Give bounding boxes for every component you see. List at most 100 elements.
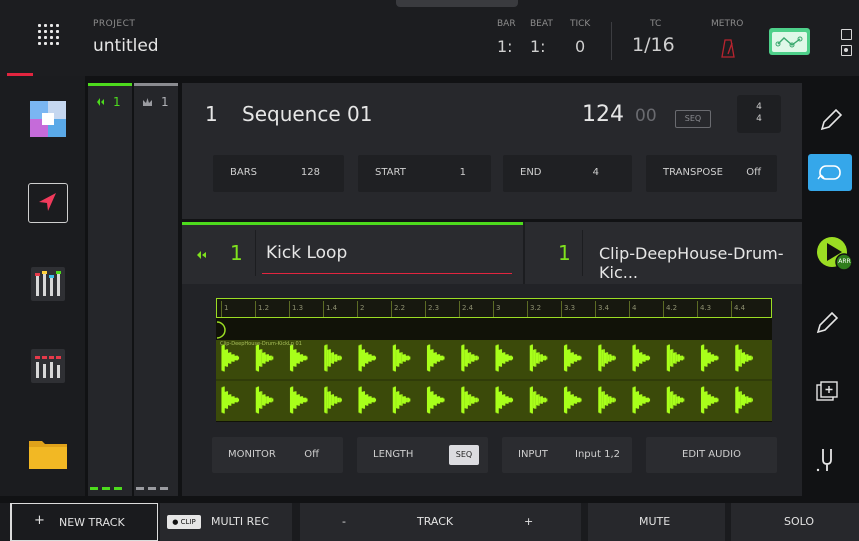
- level-meter: [148, 487, 156, 490]
- tempo-value[interactable]: 124: [582, 102, 624, 127]
- param-label: TRANSPOSE: [663, 167, 723, 178]
- play-arranger-button[interactable]: ARR: [814, 234, 854, 274]
- mute-button[interactable]: MUTE: [588, 503, 725, 541]
- ruler-label: 1: [224, 304, 229, 312]
- bar-value[interactable]: 1:: [497, 37, 513, 56]
- ruler-label: 3.3: [564, 304, 576, 312]
- edit-audio-button[interactable]: EDIT AUDIO: [646, 437, 777, 473]
- divider: [582, 230, 583, 276]
- beat-label: BEAT: [530, 19, 553, 29]
- clip-name[interactable]: Clip-DeepHouse-Drum-Kic...: [599, 244, 802, 282]
- ruler-tick: [731, 301, 732, 317]
- ruler-tick: [527, 301, 528, 317]
- project-name[interactable]: untitled: [93, 36, 159, 56]
- input-button[interactable]: INPUT Input 1,2: [502, 437, 632, 473]
- grid-menu-icon[interactable]: [38, 24, 62, 48]
- level-meter: [102, 487, 110, 490]
- ruler-tick: [493, 301, 494, 317]
- track-prev-button[interactable]: -: [342, 515, 346, 528]
- clip-highlight: [182, 222, 523, 225]
- transpose-field[interactable]: TRANSPOSE Off: [646, 155, 777, 192]
- add-layer-icon[interactable]: [812, 377, 842, 407]
- new-track-button[interactable]: + NEW TRACK: [10, 503, 158, 541]
- audio-waveform[interactable]: [216, 318, 772, 422]
- ruler-tick: [391, 301, 392, 317]
- arrow-icon: [39, 193, 56, 211]
- ruler-label: 2.4: [462, 304, 474, 312]
- ruler-tick: [459, 301, 460, 317]
- automation-icon: [772, 32, 807, 52]
- project-label: PROJECT: [93, 19, 136, 29]
- track-highlight: [134, 83, 178, 86]
- tempo-fraction[interactable]: 00: [635, 106, 657, 126]
- ruler-label: 4.4: [734, 304, 746, 312]
- top-bar: PROJECT untitled BAR 1: BEAT 1: TICK 0 T…: [0, 0, 859, 76]
- ruler-label: 4.2: [666, 304, 678, 312]
- mute-label: MUTE: [639, 515, 671, 528]
- sequence-panel: 1 Sequence 01 124 00 SEQ 4 4 BARS 128 ST…: [182, 83, 802, 219]
- ruler-label: 1.4: [326, 304, 338, 312]
- track-column-1[interactable]: 1: [88, 83, 132, 496]
- metronome-icon[interactable]: [721, 38, 735, 58]
- ruler-tick: [323, 301, 324, 317]
- top-tab-handle[interactable]: [396, 0, 518, 7]
- channel-mixer-icon[interactable]: [28, 346, 68, 386]
- pencil-icon[interactable]: [816, 105, 846, 135]
- input-label: INPUT: [518, 449, 548, 460]
- tuning-fork-icon[interactable]: [812, 444, 842, 474]
- timeline-ruler[interactable]: 1 1.2 1.3 1.4 2 2.2 2.3 2.4 3 3.2 3.3 3.4 4 4.2 4.3 4.4: [216, 298, 772, 318]
- level-meter: [114, 487, 122, 490]
- tempo-mode-badge[interactable]: SEQ: [675, 110, 711, 128]
- track-column-2[interactable]: 1: [134, 83, 178, 496]
- tc-value[interactable]: 1/16: [632, 34, 675, 56]
- length-seq-chip[interactable]: SEQ: [449, 445, 479, 465]
- track-next-button[interactable]: +: [524, 515, 533, 528]
- time-signature[interactable]: 4 4: [737, 95, 781, 133]
- clip-track-number[interactable]: 1: [230, 241, 243, 265]
- track-selector: - TRACK +: [300, 503, 581, 541]
- ruler-label: 1.3: [292, 304, 304, 312]
- level-meter: [90, 487, 98, 490]
- param-value: 4: [592, 167, 599, 178]
- monitor-value: Off: [304, 449, 319, 460]
- audio-track-icon: [97, 98, 104, 106]
- clip-header: 1 Kick Loop 1 Clip-DeepHouse-Drum-Kic...: [182, 222, 802, 284]
- record-icon[interactable]: [841, 45, 852, 56]
- ruler-tick: [629, 301, 630, 317]
- ruler-tick: [663, 301, 664, 317]
- pads-icon[interactable]: [28, 99, 68, 139]
- ruler-tick: [255, 301, 256, 317]
- waveform-editor[interactable]: 1 1.2 1.3 1.4 2 2.2 2.3 2.4 3 3.2 3.3 3.4 4 4.2 4.3 4.4…: [216, 298, 772, 422]
- ruler-tick: [289, 301, 290, 317]
- automation-button[interactable]: [769, 28, 810, 55]
- end-field[interactable]: END 4: [503, 155, 632, 192]
- beat-value[interactable]: 1:: [530, 37, 546, 56]
- tick-value[interactable]: 0: [575, 37, 585, 56]
- arranger-button[interactable]: [28, 183, 68, 223]
- loop-button[interactable]: [808, 154, 852, 191]
- mixer-icon[interactable]: [28, 264, 68, 304]
- monitor-button[interactable]: MONITOR Off: [212, 437, 343, 473]
- sequence-name[interactable]: Sequence 01: [242, 102, 372, 126]
- ruler-label: 2: [360, 304, 365, 312]
- edit-audio-label: EDIT AUDIO: [682, 449, 741, 460]
- track-underline: [262, 273, 512, 274]
- bars-field[interactable]: BARS 128: [213, 155, 344, 192]
- length-button[interactable]: LENGTH SEQ: [357, 437, 488, 473]
- arr-badge: ARR: [838, 258, 851, 265]
- metro-label: METRO: [711, 19, 744, 29]
- clip-track-name[interactable]: Kick Loop: [266, 243, 347, 263]
- divider: [255, 230, 256, 276]
- clip-number[interactable]: 1: [558, 241, 571, 265]
- param-label: START: [375, 167, 406, 178]
- pencil-icon[interactable]: [812, 308, 842, 338]
- start-field[interactable]: START 1: [358, 155, 491, 192]
- ruler-tick: [595, 301, 596, 317]
- divider: [523, 222, 525, 284]
- window-icon[interactable]: [841, 29, 852, 40]
- folder-icon[interactable]: [28, 433, 68, 473]
- ruler-tick: [697, 301, 698, 317]
- plus-icon: +: [34, 513, 45, 528]
- sequence-number[interactable]: 1: [205, 102, 218, 126]
- solo-button[interactable]: SOLO: [731, 503, 859, 541]
